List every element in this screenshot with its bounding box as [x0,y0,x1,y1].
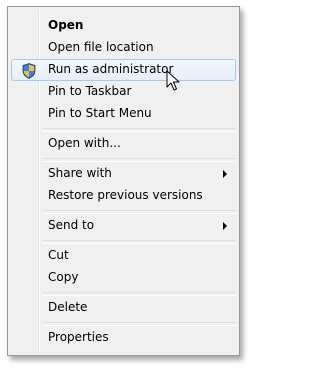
menu-item-send-to[interactable]: Send to [11,215,236,237]
menu-item-label: Pin to Start Menu [48,106,152,120]
menu-item-delete[interactable]: Delete [11,297,236,319]
submenu-arrow-icon [223,222,227,230]
menu-item-label: Delete [48,300,88,314]
menu-item-pin-to-start-menu[interactable]: Pin to Start Menu [11,103,236,125]
menu-item-label: Cut [48,248,69,262]
menu-separator [42,322,236,326]
menu-item-label: Restore previous versions [48,188,203,202]
menu-separator [42,210,236,214]
menu-item-restore-previous-versions[interactable]: Restore previous versions [11,185,236,207]
submenu-arrow-icon [223,170,227,178]
menu-separator [42,292,236,296]
menu-item-label: Pin to Taskbar [48,84,132,98]
menu-item-label: Send to [48,218,95,232]
menu-item-cut[interactable]: Cut [11,245,236,267]
menu-item-run-as-administrator[interactable]: Run as administrator [11,59,236,81]
menu-item-label: Open file location [48,40,154,54]
menu-item-label: Properties [48,330,109,344]
menu-item-open-with[interactable]: Open with... [11,133,236,155]
menu-item-label: Run as administrator [48,62,174,76]
menu-item-open[interactable]: Open [11,15,236,37]
uac-shield-icon [22,63,36,79]
menu-item-properties[interactable]: Properties [11,327,236,349]
menu-item-pin-to-taskbar[interactable]: Pin to Taskbar [11,81,236,103]
menu-item-label: Open with... [48,136,121,150]
mouse-pointer-icon [166,70,180,91]
menu-item-label: Open [48,18,84,32]
menu-item-label: Copy [48,270,79,284]
menu-item-copy[interactable]: Copy [11,267,236,289]
menu-separator [42,240,236,244]
menu-item-share-with[interactable]: Share with [11,163,236,185]
menu-item-open-file-location[interactable]: Open file location [11,37,236,59]
menu-item-label: Share with [48,166,112,180]
menu-separator [42,128,236,132]
context-menu: Open Open file location Run as administr… [7,6,240,356]
menu-separator [42,158,236,162]
